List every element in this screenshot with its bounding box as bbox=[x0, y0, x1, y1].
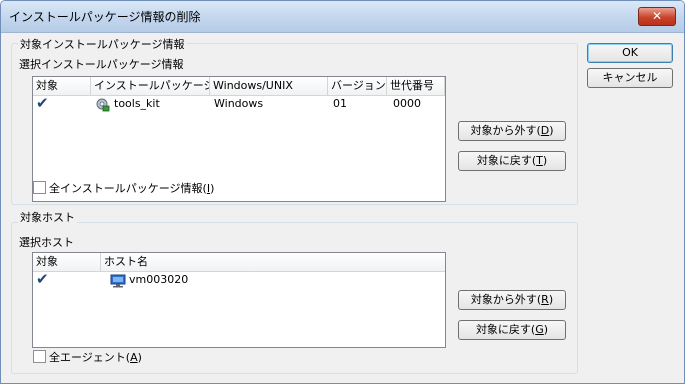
column-header-package[interactable]: インストールパッケージ bbox=[91, 77, 210, 95]
all-agents-checkbox[interactable] bbox=[33, 350, 46, 363]
host-remove-button[interactable]: 対象から外す(R) bbox=[458, 290, 566, 310]
package-os: Windows bbox=[214, 97, 264, 110]
host-list-label: 選択ホスト bbox=[19, 236, 74, 249]
all-packages-checkbox[interactable] bbox=[33, 181, 46, 194]
column-header-generation[interactable]: 世代番号 bbox=[387, 77, 445, 95]
column-header-version[interactable]: バージョン bbox=[328, 77, 387, 95]
column-header-target[interactable]: 対象 bbox=[33, 253, 101, 271]
package-remove-label-end: ) bbox=[549, 124, 554, 137]
host-list-header: 対象 ホスト名 bbox=[33, 253, 445, 272]
cancel-button[interactable]: キャンセル bbox=[587, 68, 673, 88]
dialog-window: インストールパッケージ情報の削除 ✕ 対象インストールパッケージ情報 選択インス… bbox=[0, 0, 685, 384]
package-remove-label: 対象から外す( bbox=[470, 124, 541, 137]
package-icon bbox=[96, 98, 110, 112]
host-restore-accelerator: G bbox=[535, 323, 544, 336]
close-icon: ✕ bbox=[651, 9, 663, 23]
all-agents-label[interactable]: 全エージェント(A) bbox=[49, 349, 142, 365]
column-header-os[interactable]: Windows/UNIX bbox=[210, 77, 328, 95]
host-remove-accelerator: R bbox=[541, 293, 549, 306]
package-restore-button[interactable]: 対象に戻す(T) bbox=[458, 151, 566, 171]
package-version: 01 bbox=[333, 97, 347, 110]
column-header-target[interactable]: 対象 bbox=[33, 77, 91, 95]
package-group-label: 対象インストールパッケージ情報 bbox=[18, 36, 187, 52]
row-check-icon: ✔ bbox=[36, 270, 49, 288]
all-packages-text-end: ) bbox=[210, 182, 215, 195]
host-name: vm003020 bbox=[129, 273, 189, 286]
all-agents-accelerator: A bbox=[130, 351, 138, 364]
column-header-host[interactable]: ホスト名 bbox=[101, 253, 445, 271]
package-generation: 0000 bbox=[393, 97, 421, 110]
package-remove-accelerator: D bbox=[540, 124, 550, 137]
dialog-body: 対象インストールパッケージ情報 選択インストールパッケージ情報 対象 インストー… bbox=[5, 33, 680, 379]
computer-icon bbox=[110, 274, 126, 288]
package-restore-accelerator: T bbox=[536, 154, 543, 167]
row-check-icon: ✔ bbox=[36, 94, 49, 112]
title-bar[interactable]: インストールパッケージ情報の削除 ✕ bbox=[1, 1, 684, 33]
package-restore-label-end: ) bbox=[542, 154, 548, 167]
package-name: tools_kit bbox=[114, 97, 160, 110]
window-title: インストールパッケージ情報の削除 bbox=[9, 10, 201, 24]
package-restore-label: 対象に戻す( bbox=[476, 154, 537, 167]
all-agents-text: 全エージェント( bbox=[49, 351, 131, 364]
package-list-header: 対象 インストールパッケージ Windows/UNIX バージョン 世代番号 bbox=[33, 77, 445, 96]
package-list-label: 選択インストールパッケージ情報 bbox=[19, 58, 184, 71]
close-button[interactable]: ✕ bbox=[638, 7, 676, 26]
all-packages-label[interactable]: 全インストールパッケージ情報(I) bbox=[49, 180, 214, 196]
host-restore-label: 対象に戻す( bbox=[475, 323, 536, 336]
host-remove-label: 対象から外す( bbox=[470, 293, 542, 306]
all-packages-text: 全インストールパッケージ情報( bbox=[49, 182, 207, 195]
host-group-label: 対象ホスト bbox=[18, 209, 77, 225]
package-remove-button[interactable]: 対象から外す(D) bbox=[458, 121, 566, 141]
host-restore-label-end: ) bbox=[543, 323, 549, 336]
ok-button[interactable]: OK bbox=[587, 43, 673, 63]
host-remove-label-end: ) bbox=[548, 293, 554, 306]
host-list[interactable]: 対象 ホスト名 ✔ vm003020 bbox=[32, 252, 446, 348]
all-agents-text-end: ) bbox=[137, 351, 142, 364]
host-restore-button[interactable]: 対象に戻す(G) bbox=[458, 320, 566, 340]
